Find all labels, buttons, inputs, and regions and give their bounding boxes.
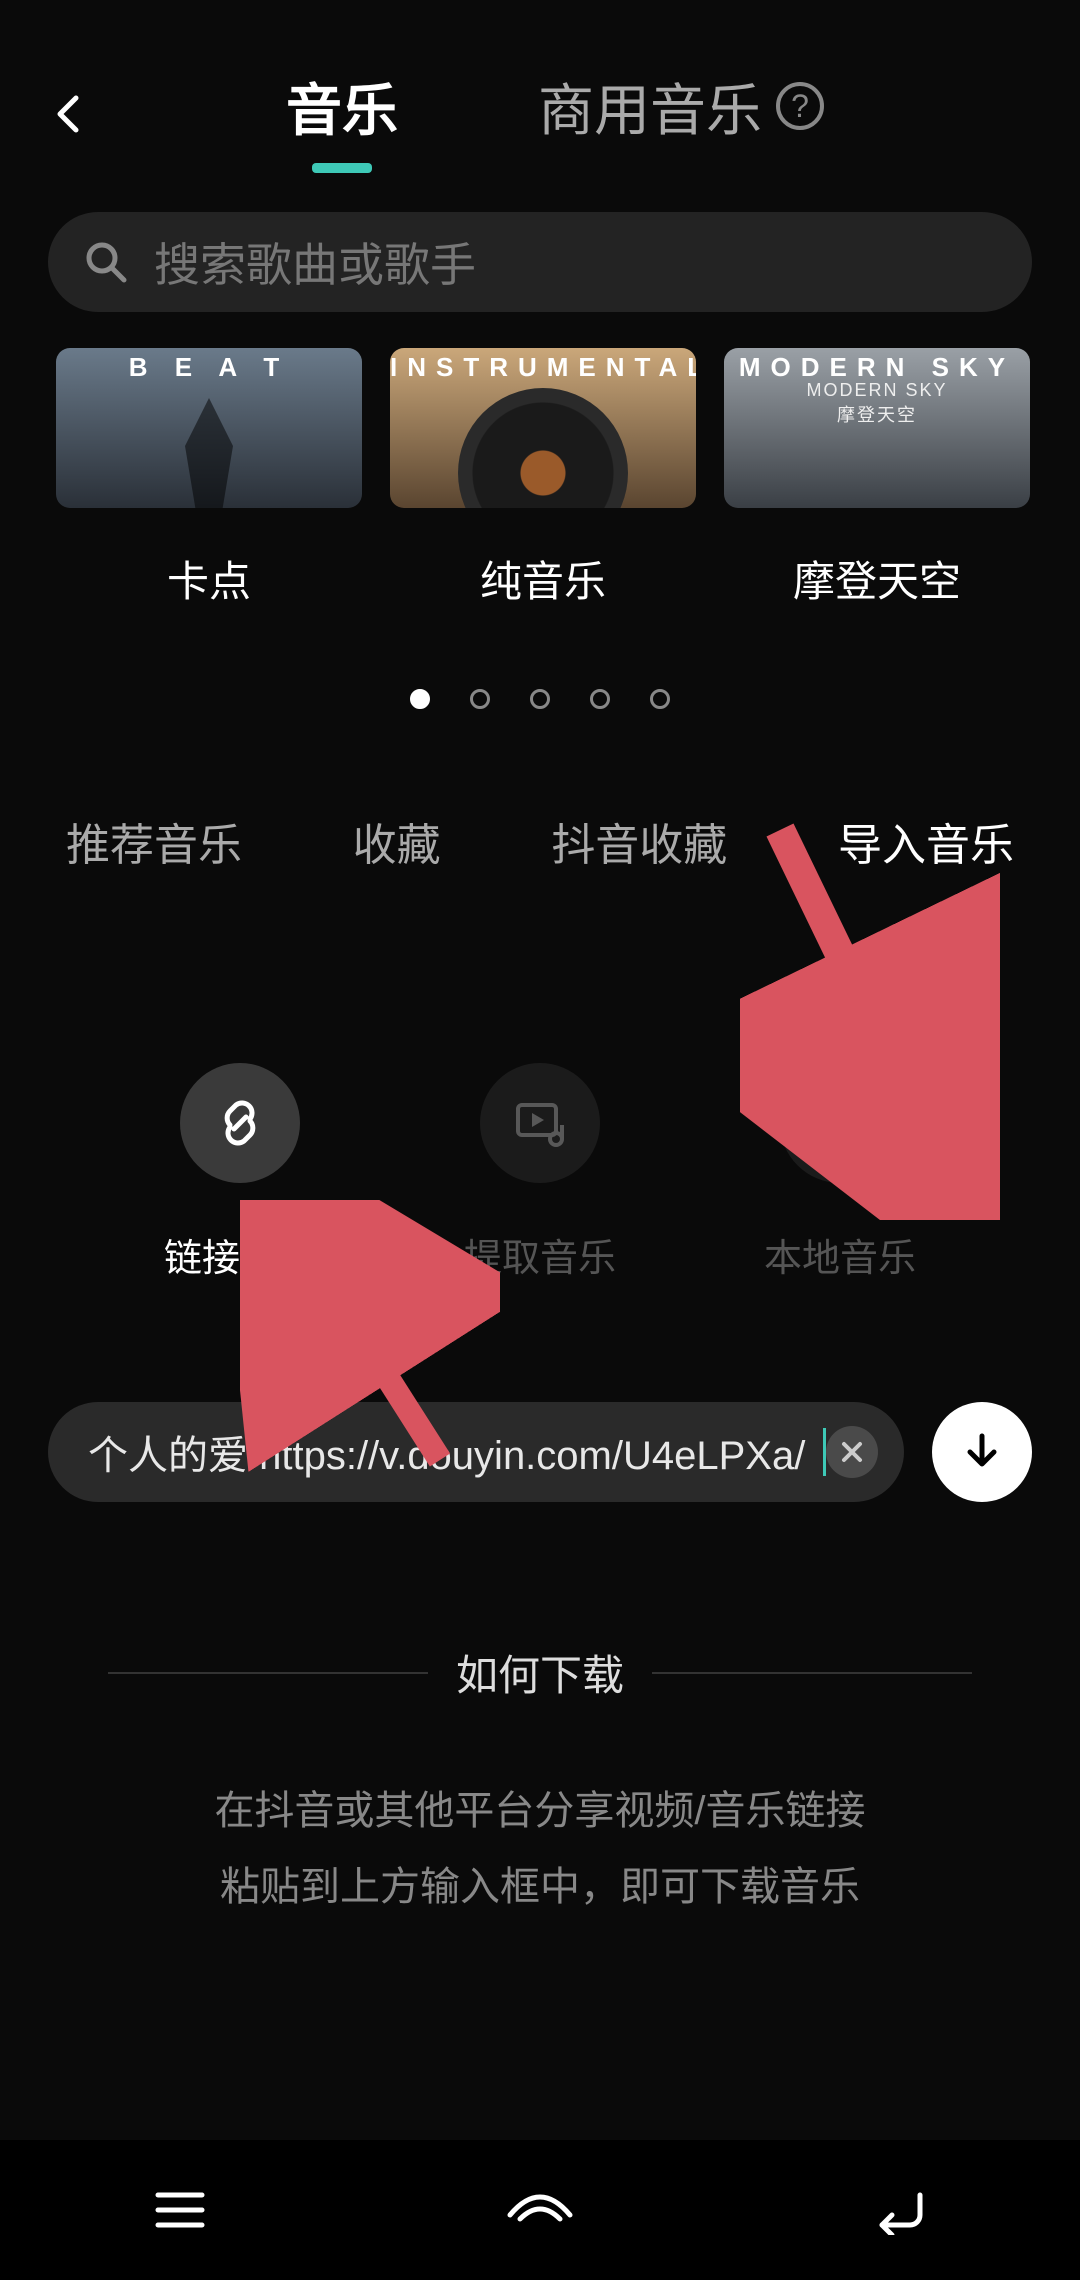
url-input[interactable]: 个人的爱 https://v.douyin.com/U4eLPXa/ xyxy=(48,1402,904,1502)
link-icon xyxy=(212,1095,268,1151)
return-icon xyxy=(870,2185,930,2235)
howto-line2: 粘贴到上方输入框中，即可下载音乐 xyxy=(0,1849,1080,1925)
carousel-dot[interactable] xyxy=(470,689,490,709)
search-wrap: 搜索歌曲或歌手 xyxy=(0,200,1080,348)
search-input[interactable]: 搜索歌曲或歌手 xyxy=(48,212,1032,312)
music-tabs: 推荐音乐 收藏 抖音收藏 导入音乐 xyxy=(0,709,1080,913)
carousel-dot[interactable] xyxy=(530,689,550,709)
carousel-dot[interactable] xyxy=(590,689,610,709)
nav-home-button[interactable] xyxy=(500,2170,580,2250)
carousel-dot[interactable] xyxy=(650,689,670,709)
close-icon xyxy=(840,1440,864,1464)
tab-import-music-label: 导入音乐 xyxy=(838,821,1014,870)
howto-title: 如何下载 xyxy=(0,1642,1080,1703)
back-button[interactable] xyxy=(40,84,100,144)
help-icon[interactable]: ? xyxy=(776,82,824,130)
chevron-left-icon xyxy=(50,94,90,134)
tab-commercial-label: 商用音乐 xyxy=(538,66,762,147)
tab-recommend-label: 推荐音乐 xyxy=(66,821,242,870)
howto-body: 在抖音或其他平台分享视频/音乐链接 粘贴到上方输入框中，即可下载音乐 xyxy=(0,1773,1080,1925)
nav-recent-button[interactable] xyxy=(140,2170,220,2250)
download-icon xyxy=(960,1430,1004,1474)
category-thumb: MODERN SKY MODERN SKY 摩登天空 xyxy=(724,348,1030,508)
category-card-modernsky[interactable]: MODERN SKY MODERN SKY 摩登天空 摩登天空 xyxy=(724,348,1030,609)
clear-input-button[interactable] xyxy=(826,1426,878,1478)
tab-favorite-label: 收藏 xyxy=(353,821,441,870)
category-carousel[interactable]: B E A T 卡点 INSTRUMENTAL 纯音乐 MODERN SKY M… xyxy=(0,348,1080,609)
tab-music[interactable]: 音乐 xyxy=(286,66,398,163)
tab-commercial-music[interactable]: 商用音乐 ? xyxy=(538,66,824,163)
tab-import-music[interactable]: 导入音乐 xyxy=(838,809,1014,913)
category-thumb: B E A T xyxy=(56,348,362,508)
folder-icon xyxy=(812,1095,868,1151)
category-thumb-sub1: MODERN SKY xyxy=(806,378,947,403)
howto-line1: 在抖音或其他平台分享视频/音乐链接 xyxy=(0,1773,1080,1849)
dancer-silhouette-icon xyxy=(179,398,239,508)
home-icon xyxy=(504,2185,576,2235)
url-row: 个人的爱 https://v.douyin.com/U4eLPXa/ xyxy=(48,1402,1032,1502)
header: 音乐 商用音乐 ? xyxy=(0,0,1080,200)
download-button[interactable] xyxy=(932,1402,1032,1502)
import-options: 链接下载 提取音乐 本地音乐 xyxy=(0,913,1080,1282)
carousel-dot[interactable] xyxy=(410,689,430,709)
category-thumb-sub2: 摩登天空 xyxy=(806,403,947,428)
tab-favorite[interactable]: 收藏 xyxy=(353,809,441,913)
vinyl-disc-icon xyxy=(458,388,628,508)
category-label: 摩登天空 xyxy=(724,548,1030,609)
nav-back-button[interactable] xyxy=(860,2170,940,2250)
category-thumb-text: INSTRUMENTAL xyxy=(390,352,696,383)
tab-douyin-favorite[interactable]: 抖音收藏 xyxy=(551,809,727,913)
url-input-value: 个人的爱 https://v.douyin.com/U4eLPXa/ xyxy=(88,1423,821,1481)
header-tabs: 音乐 商用音乐 ? xyxy=(100,66,1040,163)
category-card-beat[interactable]: B E A T 卡点 xyxy=(56,348,362,609)
option-local-music-label: 本地音乐 xyxy=(764,1227,916,1282)
category-label: 纯音乐 xyxy=(390,548,696,609)
howto-title-text: 如何下载 xyxy=(456,1642,624,1703)
option-link-download-label: 链接下载 xyxy=(164,1227,316,1282)
search-icon xyxy=(84,240,128,284)
video-music-icon xyxy=(512,1095,568,1151)
search-placeholder: 搜索歌曲或歌手 xyxy=(154,229,476,295)
option-extract-music-label: 提取音乐 xyxy=(464,1227,616,1282)
category-thumb: INSTRUMENTAL xyxy=(390,348,696,508)
category-card-instrumental[interactable]: INSTRUMENTAL 纯音乐 xyxy=(390,348,696,609)
category-thumb-sub: MODERN SKY 摩登天空 xyxy=(806,378,947,428)
option-local-music[interactable]: 本地音乐 xyxy=(764,1063,916,1282)
howto-section: 如何下载 在抖音或其他平台分享视频/音乐链接 粘贴到上方输入框中，即可下载音乐 xyxy=(0,1642,1080,1925)
tab-music-label: 音乐 xyxy=(286,66,398,147)
tab-recommend[interactable]: 推荐音乐 xyxy=(66,809,242,913)
carousel-dots xyxy=(0,689,1080,709)
hamburger-icon xyxy=(152,2187,208,2233)
option-extract-music[interactable]: 提取音乐 xyxy=(464,1063,616,1282)
tab-douyin-favorite-label: 抖音收藏 xyxy=(551,821,727,870)
option-link-download[interactable]: 链接下载 xyxy=(164,1063,316,1282)
category-thumb-text: B E A T xyxy=(56,352,362,383)
category-label: 卡点 xyxy=(56,548,362,609)
system-navbar xyxy=(0,2140,1080,2280)
